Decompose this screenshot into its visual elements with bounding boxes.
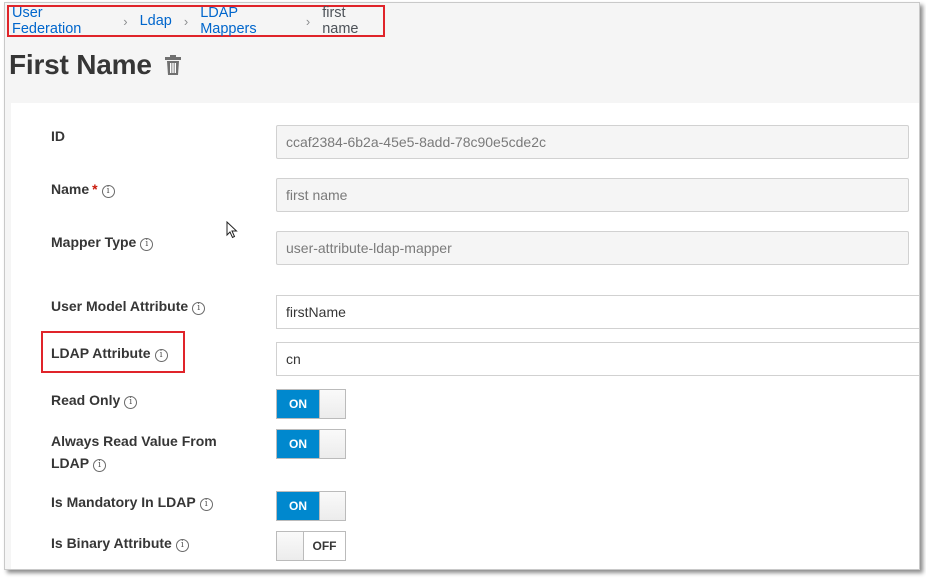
always-read-toggle[interactable]: ON [276,429,346,459]
always-read-label-line2: LDAP [51,455,90,471]
id-label: ID [51,125,65,147]
is-mandatory-label-text: Is Mandatory In LDAP [51,494,196,510]
name-label-text: Name [51,181,90,197]
is-binary-toggle[interactable]: OFF [276,531,346,561]
info-icon[interactable]: i [93,459,107,472]
toggle-on-label: ON [277,390,319,418]
breadcrumb: User Federation › Ldap › LDAP Mappers › … [7,5,385,37]
breadcrumb-user-federation[interactable]: User Federation [9,5,111,37]
info-icon[interactable]: i [124,396,138,409]
ldap-attribute-label: LDAP Attribute i [51,342,168,364]
always-read-label: Always Read Value From LDAP i [51,430,217,474]
mouse-cursor-icon [226,220,238,244]
toggle-off-label: OFF [312,539,337,553]
is-mandatory-label: Is Mandatory In LDAP i [51,491,213,513]
user-model-attribute-input[interactable]: firstName [276,295,919,329]
info-icon[interactable]: i [101,185,115,198]
breadcrumb-separator: › [123,13,128,29]
is-mandatory-toggle[interactable]: ON [276,491,346,521]
breadcrumb-current: first name [322,5,359,37]
info-icon[interactable]: i [140,238,154,251]
is-binary-label-text: Is Binary Attribute [51,535,172,551]
breadcrumb-separator: › [183,13,189,29]
ldap-attribute-input[interactable]: cn [276,342,919,376]
toggle-on-label: ON [277,430,319,458]
user-model-attribute-label: User Model Attribute i [51,295,206,317]
toggle-knob [319,492,345,520]
read-only-label: Read Only i [51,389,138,411]
toggle-on-label: ON [277,492,319,520]
breadcrumb-ldap-mappers[interactable]: LDAP Mappers [200,5,294,37]
app-window: User Federation › Ldap › LDAP Mappers › … [4,2,920,570]
toggle-knob [319,390,345,418]
user-model-attribute-label-text: User Model Attribute [51,298,189,314]
info-icon[interactable]: i [199,498,213,511]
read-only-label-text: Read Only [51,392,121,408]
name-label: Name * i [51,178,115,200]
breadcrumb-ldap[interactable]: Ldap [140,13,172,29]
id-label-text: ID [51,128,65,144]
panel-edge [5,103,11,569]
mapper-type-label-text: Mapper Type [51,234,137,250]
info-icon[interactable]: i [175,539,189,552]
id-field[interactable]: ccaf2384-6b2a-45e5-8add-78c90e5cde2c [276,125,909,159]
required-mark: * [92,181,98,197]
toggle-knob [277,532,304,560]
trash-icon[interactable] [164,54,182,80]
info-icon[interactable]: i [154,349,168,362]
page-title: First Name [9,49,152,80]
read-only-toggle[interactable]: ON [276,389,346,419]
info-icon[interactable]: i [192,302,206,315]
always-read-label-line1: Always Read Value From [51,433,217,449]
toggle-knob [319,430,345,458]
mapper-type-label: Mapper Type i [51,231,154,253]
breadcrumb-separator: › [305,13,311,29]
ldap-attribute-label-text: LDAP Attribute [51,345,151,361]
is-binary-label: Is Binary Attribute i [51,532,189,554]
mapper-type-field[interactable]: user-attribute-ldap-mapper [276,231,909,265]
title-row: First Name [9,49,182,81]
name-field[interactable]: first name [276,178,909,212]
